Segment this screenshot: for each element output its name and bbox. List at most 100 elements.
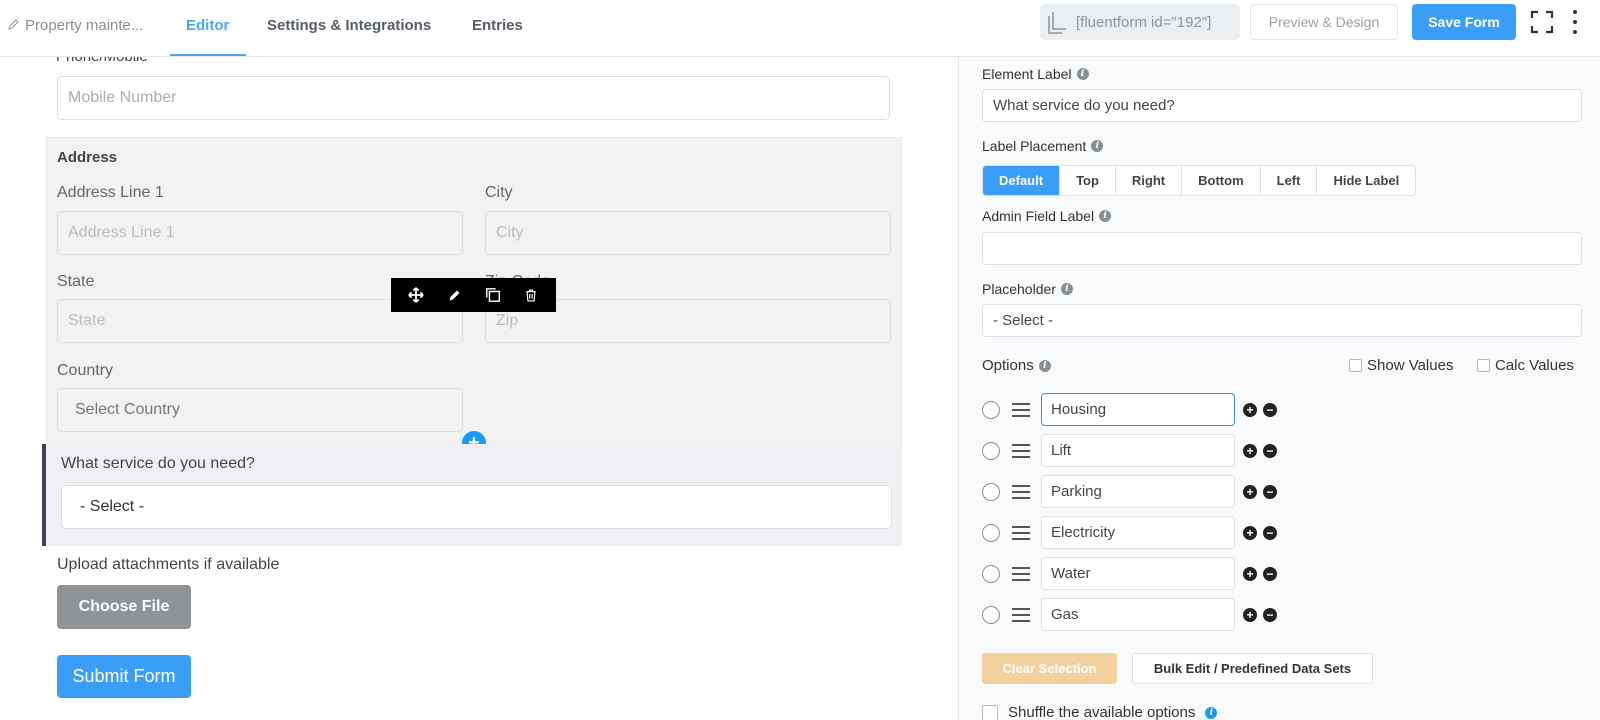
address-title: Address [57, 149, 118, 166]
shortcode-text: [fluentform id="192"] [1076, 13, 1212, 31]
show-values-toggle[interactable]: Show Values [1349, 357, 1453, 374]
add-option-icon[interactable]: + [1243, 484, 1257, 499]
service-select[interactable]: - Select - [61, 485, 892, 529]
option-label-input[interactable]: Electricity [1041, 516, 1235, 549]
option-default-radio[interactable] [982, 482, 1000, 501]
admin-field-label-text: Admin Field Label [982, 208, 1095, 224]
save-form-button[interactable]: Save Form [1412, 4, 1516, 40]
info-icon[interactable]: i [1099, 210, 1112, 222]
fullscreen-icon[interactable] [1530, 10, 1554, 34]
city-input[interactable]: City [485, 211, 891, 255]
option-default-radio[interactable] [982, 400, 1000, 419]
info-icon[interactable]: i [1060, 283, 1073, 295]
tab-settings-integrations[interactable]: Settings & Integrations [267, 17, 431, 34]
placement-hide-label[interactable]: Hide Label [1317, 166, 1415, 195]
option-default-radio[interactable] [982, 441, 1000, 460]
placement-right[interactable]: Right [1116, 166, 1183, 195]
address-line1-input[interactable]: Address Line 1 [57, 211, 463, 255]
country-select[interactable]: Select Country [57, 388, 463, 432]
shortcode-copy-button[interactable]: [fluentform id="192"] [1040, 4, 1240, 40]
shuffle-checkbox[interactable] [982, 704, 998, 720]
calc-values-toggle[interactable]: Calc Values [1477, 357, 1574, 374]
drag-handle-icon[interactable] [1012, 402, 1030, 417]
copy-icon[interactable] [484, 286, 502, 304]
element-label-input[interactable]: What service do you need? [982, 89, 1582, 122]
label-placement-segmented: Default Top Right Bottom Left Hide Label [982, 165, 1417, 196]
option-label-input[interactable]: Housing [1041, 393, 1235, 426]
info-icon[interactable]: i [1091, 140, 1104, 152]
admin-field-label-input[interactable] [982, 232, 1582, 265]
shuffle-options-toggle[interactable]: Shuffle the available options i [982, 704, 1218, 720]
placement-bottom[interactable]: Bottom [1182, 166, 1261, 195]
pencil-icon[interactable] [445, 286, 463, 304]
phone-label: Phone/Mobile [56, 57, 148, 65]
preview-design-button[interactable]: Preview & Design [1250, 4, 1398, 40]
label-placement-text: Label Placement [982, 138, 1087, 154]
form-name[interactable]: Property mainte... [8, 17, 143, 34]
field-action-toolbar [391, 278, 556, 312]
element-label-title: Element Label i [982, 66, 1089, 82]
placement-left[interactable]: Left [1261, 166, 1318, 195]
show-values-label: Show Values [1367, 357, 1454, 374]
remove-option-icon[interactable]: − [1263, 566, 1277, 581]
admin-field-label-title: Admin Field Label i [982, 208, 1112, 224]
add-option-icon[interactable]: + [1243, 443, 1257, 458]
drag-handle-icon[interactable] [1012, 484, 1030, 499]
tab-entries[interactable]: Entries [472, 17, 523, 34]
calc-values-checkbox[interactable] [1477, 359, 1490, 372]
copy-icon [1048, 12, 1066, 34]
country-label: Country [57, 362, 114, 379]
drag-handle-icon[interactable] [1012, 607, 1030, 622]
state-label: State [57, 273, 95, 290]
calc-values-label: Calc Values [1495, 357, 1574, 374]
option-label-input[interactable]: Parking [1041, 475, 1235, 508]
form-editor-canvas: Phone/Mobile Mobile Number Address Addre… [0, 57, 958, 720]
address-line1-label: Address Line 1 [57, 184, 164, 201]
mobile-number-input[interactable]: Mobile Number [57, 76, 890, 120]
info-icon[interactable]: i [1076, 68, 1089, 80]
trash-icon[interactable] [522, 286, 540, 304]
drag-handle-icon[interactable] [1012, 443, 1030, 458]
info-icon[interactable]: i [1205, 706, 1218, 719]
info-icon[interactable]: i [1038, 359, 1051, 372]
show-values-checkbox[interactable] [1349, 359, 1362, 372]
drag-handle-icon[interactable] [1012, 566, 1030, 581]
option-row: Parking + − [982, 475, 1277, 508]
city-label: City [485, 184, 513, 201]
remove-option-icon[interactable]: − [1263, 607, 1277, 622]
option-default-radio[interactable] [982, 605, 1000, 624]
option-label-input[interactable]: Gas [1041, 598, 1235, 631]
option-label-input[interactable]: Lift [1041, 434, 1235, 467]
remove-option-icon[interactable]: − [1263, 443, 1277, 458]
add-option-icon[interactable]: + [1243, 525, 1257, 540]
add-option-icon[interactable]: + [1243, 402, 1257, 417]
option-row: Water + − [982, 557, 1277, 590]
tab-editor[interactable]: Editor [186, 17, 229, 34]
service-field-selected[interactable]: What service do you need? - Select - [42, 444, 902, 546]
clear-selection-button[interactable]: Clear Selection [982, 653, 1117, 684]
label-placement-title: Label Placement i [982, 138, 1104, 154]
placeholder-input[interactable]: - Select - [982, 304, 1582, 337]
remove-option-icon[interactable]: − [1263, 484, 1277, 499]
option-label-input[interactable]: Water [1041, 557, 1235, 590]
placement-top[interactable]: Top [1060, 166, 1116, 195]
submit-form-button[interactable]: Submit Form [57, 655, 191, 698]
remove-option-icon[interactable]: − [1263, 525, 1277, 540]
active-tab-indicator [170, 54, 246, 56]
placeholder-title: Placeholder i [982, 281, 1073, 297]
remove-option-icon[interactable]: − [1263, 402, 1277, 417]
bulk-edit-button[interactable]: Bulk Edit / Predefined Data Sets [1132, 653, 1373, 684]
add-option-icon[interactable]: + [1243, 566, 1257, 581]
choose-file-button[interactable]: Choose File [57, 585, 191, 629]
options-title: Options i [982, 357, 1051, 374]
pencil-icon [8, 17, 20, 34]
add-option-icon[interactable]: + [1243, 607, 1257, 622]
form-name-label: Property mainte... [25, 17, 144, 34]
drag-handle-icon[interactable] [1012, 525, 1030, 540]
move-icon[interactable] [407, 286, 425, 304]
more-options-icon[interactable] [1572, 10, 1578, 34]
placement-default[interactable]: Default [983, 166, 1061, 195]
option-default-radio[interactable] [982, 523, 1000, 542]
option-default-radio[interactable] [982, 564, 1000, 583]
option-row: Gas + − [982, 598, 1277, 631]
